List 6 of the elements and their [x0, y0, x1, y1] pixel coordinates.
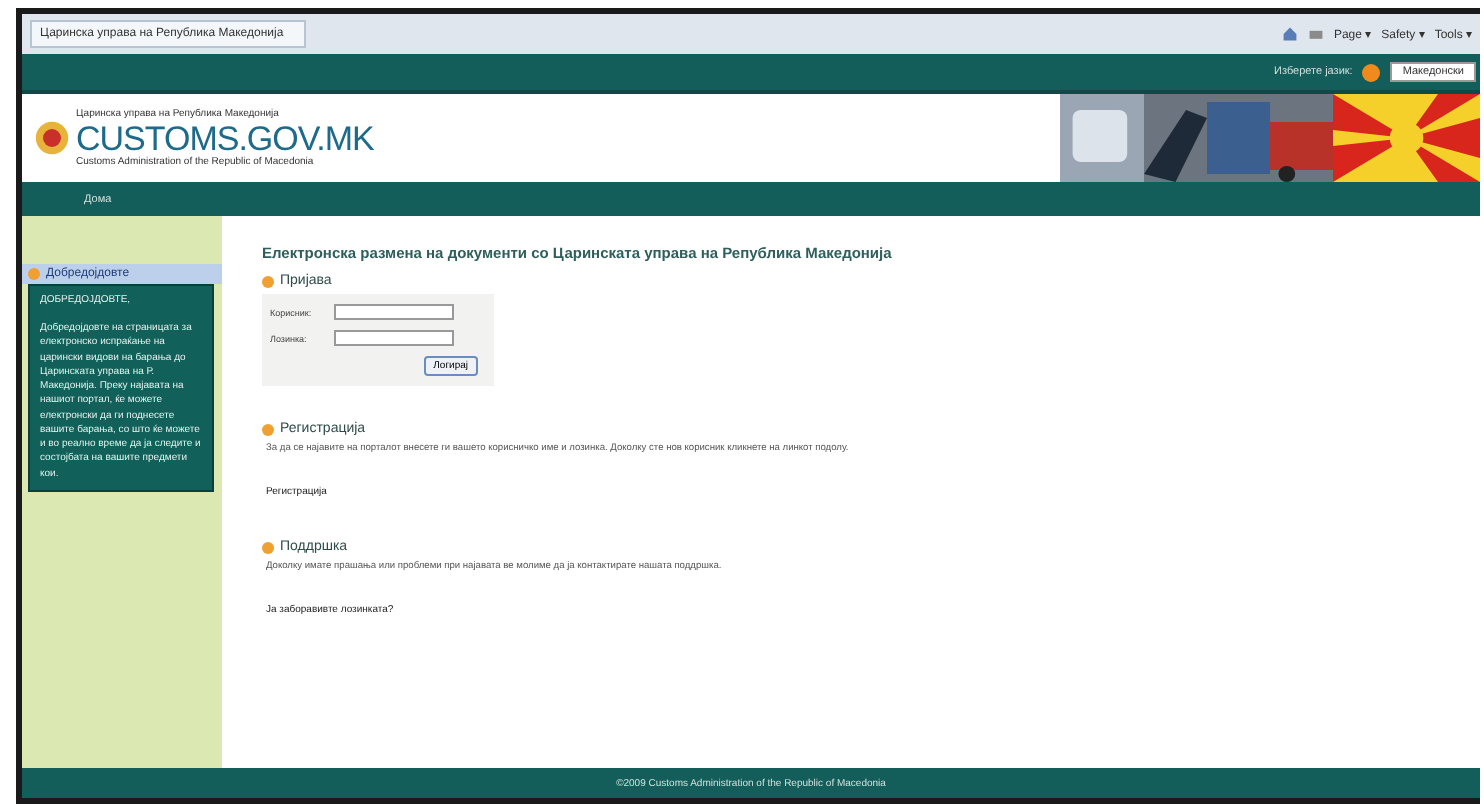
home-icon[interactable] [1281, 26, 1298, 42]
site-logo: CUSTOMS.GOV.MK [76, 121, 376, 155]
input-field[interactable] [334, 330, 454, 346]
emblem-icon [34, 120, 70, 156]
sun-icon [1362, 63, 1381, 81]
input-field[interactable] [334, 304, 454, 320]
